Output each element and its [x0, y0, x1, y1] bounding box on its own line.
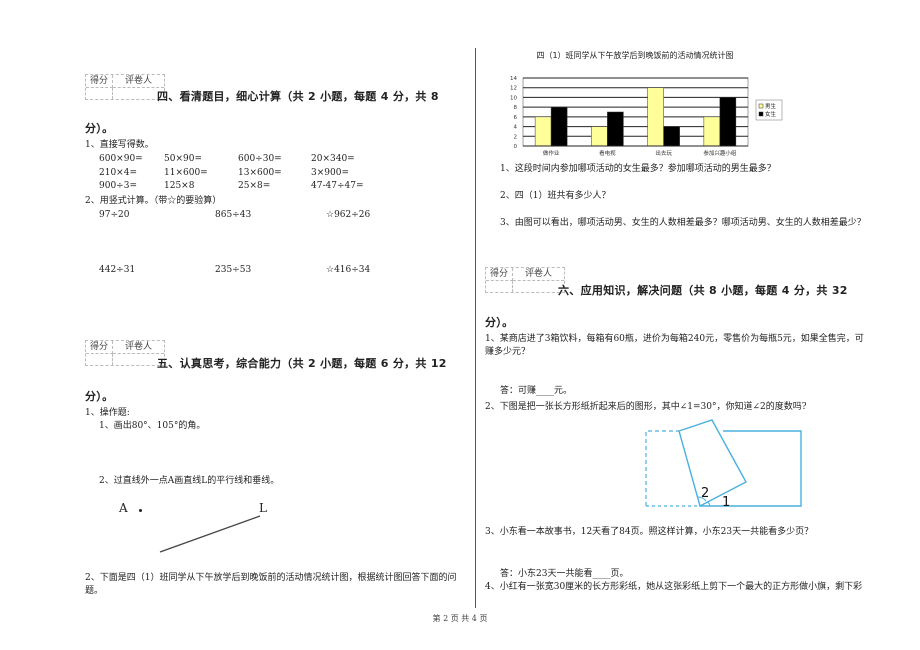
- calc-item: 13×600=: [238, 167, 282, 178]
- calc-item: 210×4=: [99, 167, 137, 178]
- app-q2: 2、下图是把一张长方形纸折起来后的图形，其中∠1=30°，你知道∠2的度数吗?: [485, 402, 807, 412]
- angle-2-label: 2: [701, 486, 709, 501]
- calc-item: 600×90=: [99, 154, 143, 164]
- parallel-line-question: 2、过直线外一点A画直线L的平行线和垂线。: [99, 476, 280, 486]
- line-l: [159, 515, 261, 553]
- section-4-title: 四、看清题目，细心计算（共 2 小题，每题 4 分，共 8: [157, 90, 439, 103]
- app-q3-answer: 答：小东23天一共能看____页。: [500, 569, 629, 579]
- x-tick-label: 做作业: [543, 149, 560, 157]
- x-tick-label: 看电视: [599, 149, 616, 157]
- chart-question-intro-cont: 题。: [85, 586, 104, 596]
- legend-swatch: [758, 103, 764, 109]
- op-question-label: 1、操作题:: [85, 408, 130, 418]
- point-a-dot: [139, 509, 142, 512]
- app-q3: 3、小东看一本故事书，12天看了84页。照这样计算，小东23天一共能看多少页？: [485, 527, 814, 537]
- draw-angles-question: 1、画出80°、105°的角。: [99, 421, 206, 431]
- bar-boys: [591, 126, 608, 147]
- section-6-title: 六、应用知识，解决问题（共 8 小题，每题 4 分，共 32: [558, 284, 848, 297]
- y-tick-label: 4: [514, 125, 518, 131]
- calc-item: 900÷3=: [99, 181, 137, 191]
- legend-swatch: [758, 111, 764, 117]
- bar-boys: [703, 116, 721, 147]
- page-footer: 第 2 页 共 4 页: [432, 614, 488, 623]
- calc-item: 600÷30=: [238, 154, 282, 164]
- calc-item: 3×900=: [311, 167, 349, 178]
- score-label: 得分: [486, 268, 513, 281]
- y-tick-label: 0: [514, 144, 518, 150]
- division-item: 865÷43: [215, 210, 252, 220]
- section-6-title-cont: 分）。: [485, 316, 514, 329]
- folded-paper-figure: 2 1: [645, 419, 802, 510]
- y-tick-label: 10: [510, 95, 517, 101]
- section-5-title: 五、认真思考，综合能力（共 2 小题，每题 6 分，共 12: [157, 357, 447, 370]
- angle-1-label: 1: [722, 495, 730, 510]
- section-4-title-cont: 分）。: [85, 122, 114, 135]
- q1-label: 1、直接写得数。: [85, 140, 154, 150]
- q2-label: 2、用竖式计算。（带☆的要验算）: [85, 196, 222, 206]
- division-item: 442÷31: [99, 265, 136, 275]
- column-divider: [475, 48, 476, 608]
- grader-label: 评卷人: [513, 268, 564, 281]
- legend-label: 男生: [765, 102, 777, 110]
- division-item: 235÷53: [215, 265, 252, 275]
- point-a-label: A: [119, 501, 128, 515]
- chart-question: 1、这段时间内参加哪项活动的女生最多？参加哪项活动的男生最多？: [500, 164, 776, 174]
- score-box: 得分 评卷人: [85, 340, 165, 366]
- y-tick-label: 14: [510, 76, 517, 82]
- calc-item: 47-47÷47=: [311, 181, 364, 191]
- grader-label: 评卷人: [113, 341, 164, 354]
- score-box: 得分 评卷人: [85, 74, 165, 100]
- section-5-title-cont: 分）。: [85, 390, 114, 403]
- bar-girls: [663, 126, 680, 147]
- grader-label: 评卷人: [113, 75, 164, 88]
- chart-question-intro: 2、下面是四（1）班同学从下午放学后到晚饭前的活动情况统计图，根据统计图回答下面…: [85, 573, 457, 583]
- app-q4: 4、小红有一张宽30厘米的长方形彩纸，她从这张彩纸上剪下一个最大的正方形做小旗，…: [485, 582, 863, 592]
- calc-item: 125×8: [164, 181, 195, 191]
- bar-boys: [534, 116, 552, 147]
- y-tick-label: 6: [514, 115, 518, 121]
- app-q1-answer: 答：可赚____元。: [500, 386, 573, 396]
- calc-item: 11×600=: [164, 167, 208, 178]
- legend-label: 女生: [765, 110, 777, 118]
- y-tick-label: 2: [514, 134, 518, 140]
- division-item: 97÷20: [99, 210, 130, 220]
- bar-boys: [647, 87, 664, 147]
- app-q1-cont: 赚多少元？: [485, 347, 531, 357]
- activity-bar-chart: 四（1）班同学从下午放学后到晚饭前的活动情况统计图 0 2 4 6 8 10 12 14 做作业…: [510, 50, 783, 157]
- chart-title: 四（1）班同学从下午放学后到晚饭前的活动情况统计图: [536, 50, 733, 60]
- score-label: 得分: [86, 75, 113, 88]
- bar-girls: [719, 97, 737, 147]
- calc-item: 50×90=: [164, 154, 202, 164]
- y-tick-label: 12: [510, 86, 517, 92]
- chart-question: 3、由图可以看出，哪项活动男、女生的人数相差最多？哪项活动男、女生的人数相差最少…: [500, 218, 866, 228]
- calc-item: 25×8=: [238, 181, 271, 191]
- score-box: 得分 评卷人: [485, 267, 565, 293]
- x-tick-label: 参加兴趣小组: [703, 149, 737, 157]
- score-label: 得分: [86, 341, 113, 354]
- division-item: ☆416÷34: [326, 265, 371, 275]
- x-tick-label: 出去玩: [655, 149, 672, 157]
- division-item: ☆962÷26: [326, 210, 371, 220]
- chart-question: 2、四（1）班共有多少人？: [500, 191, 611, 201]
- calc-item: 20×340=: [311, 154, 355, 164]
- y-tick-label: 8: [514, 105, 518, 111]
- bar-girls: [607, 111, 624, 147]
- app-q1: 1、某商店进了3箱饮料，每箱有60瓶，进价为每箱240元，零售价为每瓶5元，如果…: [485, 334, 864, 344]
- bar-girls: [550, 106, 568, 147]
